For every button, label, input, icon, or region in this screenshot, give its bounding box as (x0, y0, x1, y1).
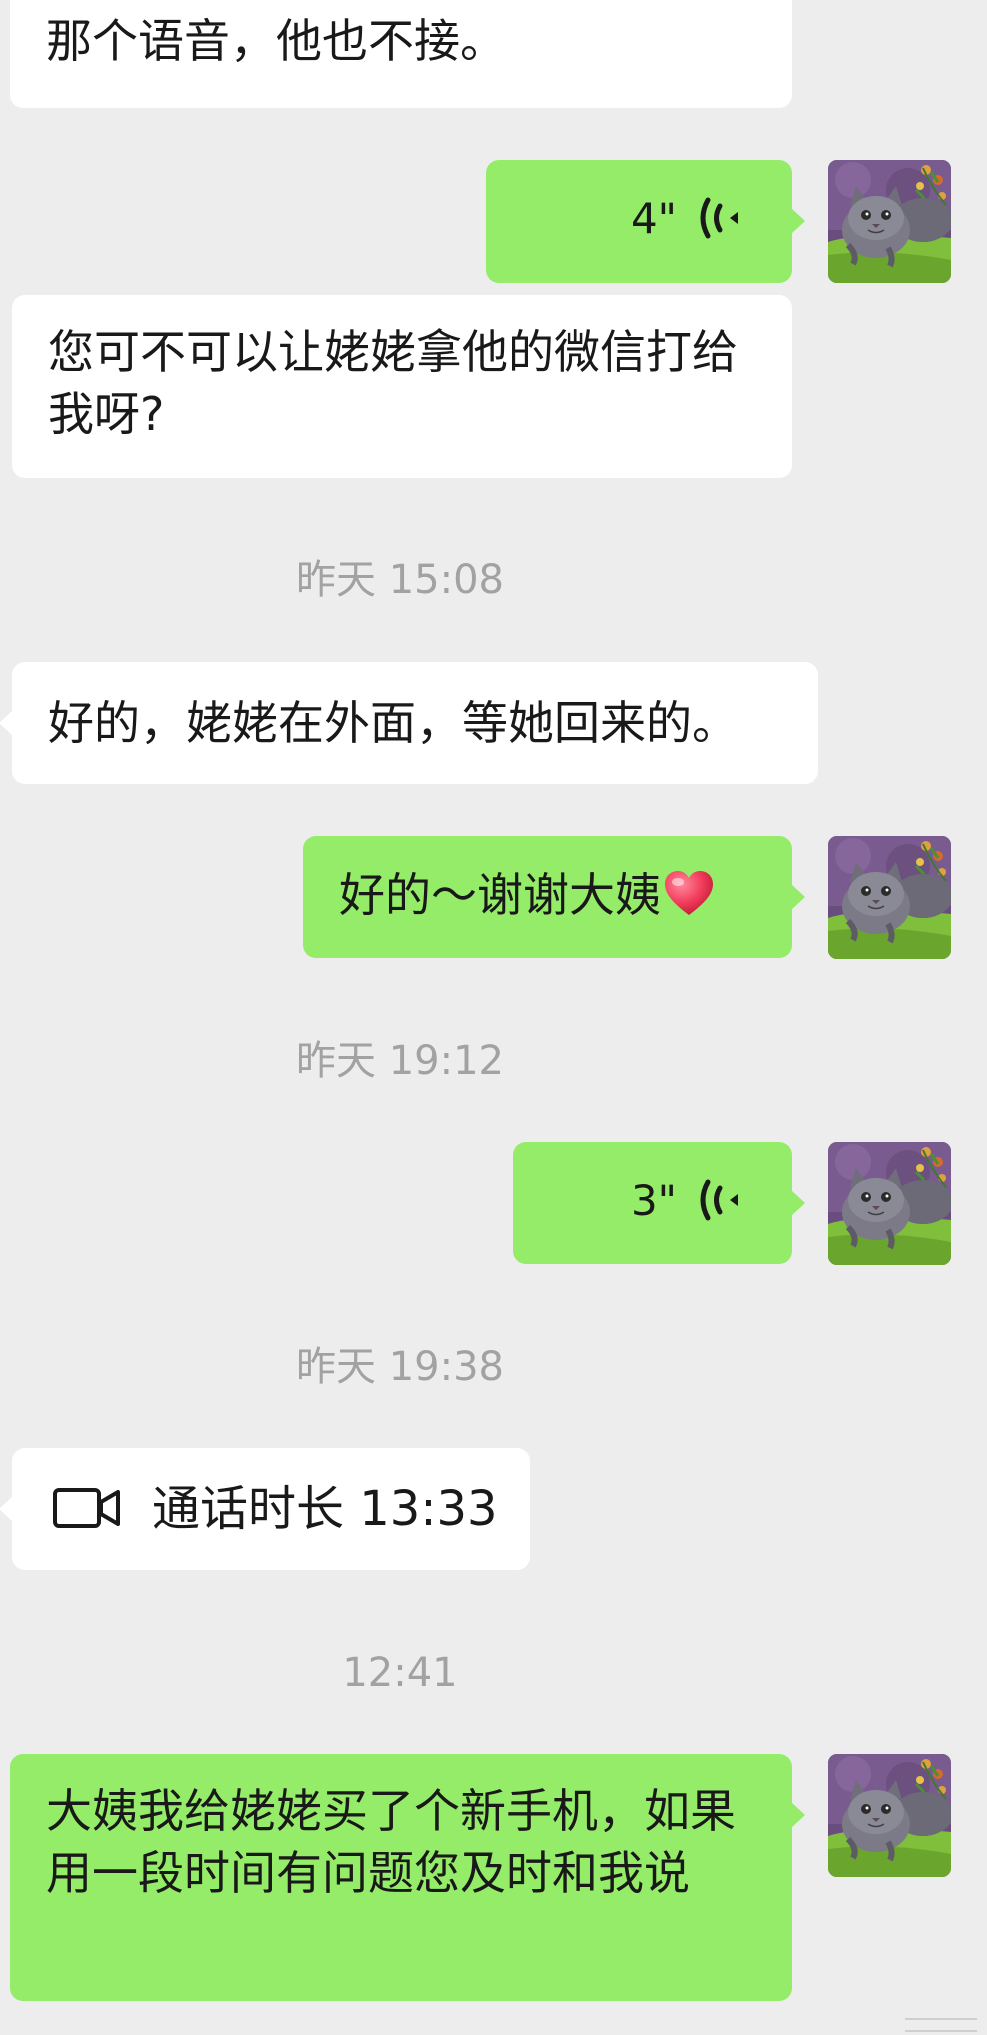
message-text: 好的～谢谢大姨 (339, 864, 762, 926)
call-duration-text: 通话时长 13:33 (152, 1481, 498, 1537)
message-bubble-outgoing[interactable]: 好的～谢谢大姨 (303, 836, 805, 958)
message-bubble-incoming[interactable]: 那个语音，他也不接。 (10, 0, 792, 108)
bottom-edge (0, 2010, 987, 2035)
chat-area[interactable]: 那个语音，他也不接。 4" 您可不可以让姥姥拿他的微信打给我呀? 昨天 15:0… (0, 0, 987, 2035)
timestamp: 昨天 19:12 (296, 1038, 504, 1084)
bubble-tail (791, 884, 805, 910)
bubble-tail (0, 710, 13, 736)
voice-wave-icon (694, 188, 742, 248)
cat-avatar[interactable] (828, 1142, 951, 1265)
message-text: 您可不可以让姥姥拿他的微信打给我呀? (48, 325, 738, 441)
bubble-tail (791, 1802, 805, 1828)
message-text: 那个语音，他也不接。 (46, 14, 506, 68)
voice-wave-icon (694, 1170, 742, 1230)
voice-duration: 4" (630, 194, 677, 243)
message-text: 大姨我给姥姥买了个新手机，如果用一段时间有问题您及时和我说 (46, 1784, 736, 1900)
bubble-tail (791, 208, 805, 234)
cat-avatar[interactable] (828, 160, 951, 283)
timestamp: 昨天 19:38 (296, 1344, 504, 1390)
video-camera-icon (53, 1488, 120, 1528)
voice-message-outgoing[interactable]: 4" (486, 160, 805, 283)
scroll-indicator (905, 2018, 977, 2032)
timestamp: 昨天 15:08 (296, 557, 504, 603)
timestamp: 12:41 (342, 1650, 458, 1696)
message-bubble-incoming[interactable]: 您可不可以让姥姥拿他的微信打给我呀? (12, 295, 792, 478)
bubble-tail (0, 1496, 13, 1522)
message-text-content: 好的～谢谢大姨 (339, 868, 661, 922)
heart-emoji (665, 871, 713, 915)
message-bubble-incoming[interactable]: 好的，姥姥在外面，等她回来的。 (0, 662, 818, 784)
message-bubble-outgoing[interactable]: 大姨我给姥姥买了个新手机，如果用一段时间有问题您及时和我说 (10, 1754, 805, 2001)
video-call-record[interactable]: 通话时长 13:33 (0, 1448, 530, 1570)
voice-message-outgoing[interactable]: 3" (513, 1142, 805, 1264)
cat-avatar[interactable] (828, 1754, 951, 1877)
message-text: 好的，姥姥在外面，等她回来的。 (48, 696, 738, 750)
bubble-tail (791, 1190, 805, 1216)
cat-avatar[interactable] (828, 836, 951, 959)
voice-duration: 3" (630, 1176, 677, 1225)
